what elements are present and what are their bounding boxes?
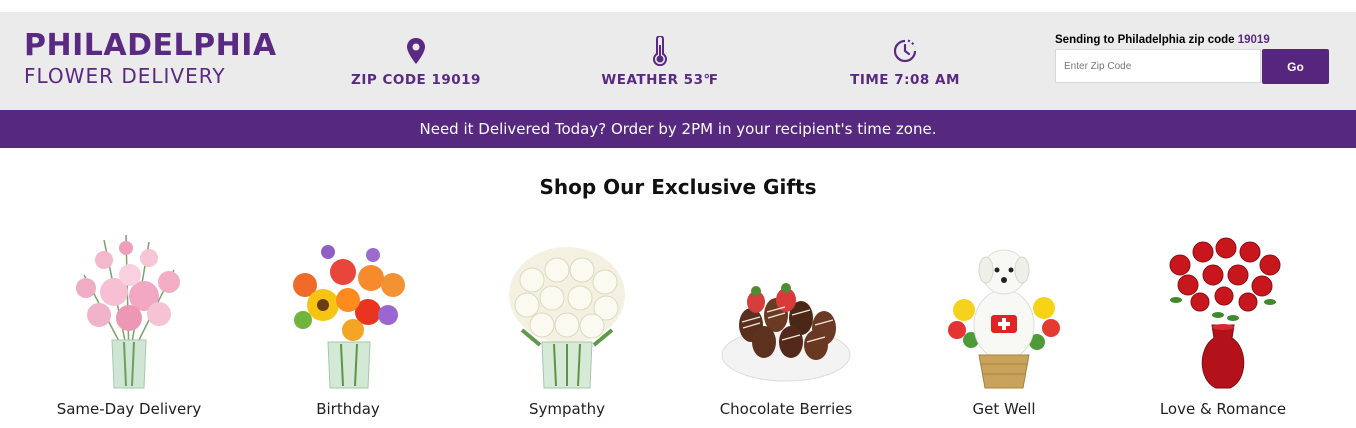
product-categories: Same-Day Delivery Birthday Sympathy Choc…: [0, 200, 1356, 418]
category-label: Same-Day Delivery: [56, 400, 202, 418]
category-label: Sympathy: [529, 400, 605, 418]
delivery-banner: Need it Delivered Today? Order by 2PM in…: [0, 110, 1356, 148]
category-love-romance[interactable]: Love & Romance: [1123, 230, 1323, 418]
zip-prompt: Sending to Philadelphia zip code 19019: [1055, 34, 1330, 46]
category-get-well[interactable]: Get Well: [904, 230, 1104, 418]
zip-form: Go: [1055, 49, 1330, 84]
time-info: TIME 7:08 AM: [815, 36, 995, 88]
sunflower-bouquet-icon: [248, 230, 448, 390]
time-label: TIME 7:08 AM: [850, 72, 960, 88]
clock-icon: [815, 36, 995, 66]
zip-search-widget: Sending to Philadelphia zip code 19019 G…: [1055, 34, 1330, 84]
weather-info: WEATHER 53℉: [570, 36, 750, 88]
shop-section-title: Shop Our Exclusive Gifts: [539, 175, 817, 199]
weather-label: WEATHER 53℉: [601, 72, 719, 88]
category-label: Birthday: [316, 400, 380, 418]
category-same-day-delivery[interactable]: Same-Day Delivery: [29, 230, 229, 418]
zip-code-label: ZIP CODE 19019: [351, 72, 481, 88]
zip-info: ZIP CODE 19019: [326, 36, 506, 88]
category-chocolate-berries[interactable]: Chocolate Berries: [686, 230, 886, 418]
pink-lily-bouquet-icon: [29, 230, 229, 390]
category-sympathy[interactable]: Sympathy: [467, 230, 667, 418]
chocolate-strawberries-icon: [686, 230, 886, 390]
puppy-flower-basket-icon: [904, 230, 1104, 390]
zip-prompt-text: Sending to Philadelphia zip code: [1055, 34, 1235, 46]
zip-code-input[interactable]: [1055, 49, 1261, 83]
category-label: Get Well: [972, 400, 1036, 418]
white-rose-bouquet-icon: [467, 230, 667, 390]
brand-subtitle: FLOWER DELIVERY: [24, 64, 226, 88]
category-label: Love & Romance: [1159, 400, 1287, 418]
location-pin-icon: [326, 36, 506, 66]
zip-prompt-code: 19019: [1237, 34, 1270, 46]
red-rose-vase-icon: [1123, 230, 1323, 390]
category-birthday[interactable]: Birthday: [248, 230, 448, 418]
site-header: PHILADELPHIA FLOWER DELIVERY ZIP CODE 19…: [0, 12, 1356, 110]
thermometer-icon: [570, 36, 750, 66]
brand-logo[interactable]: PHILADELPHIA FLOWER DELIVERY: [24, 28, 277, 88]
go-button[interactable]: Go: [1262, 49, 1329, 84]
brand-title: PHILADELPHIA: [24, 28, 277, 63]
category-label: Chocolate Berries: [719, 400, 853, 418]
